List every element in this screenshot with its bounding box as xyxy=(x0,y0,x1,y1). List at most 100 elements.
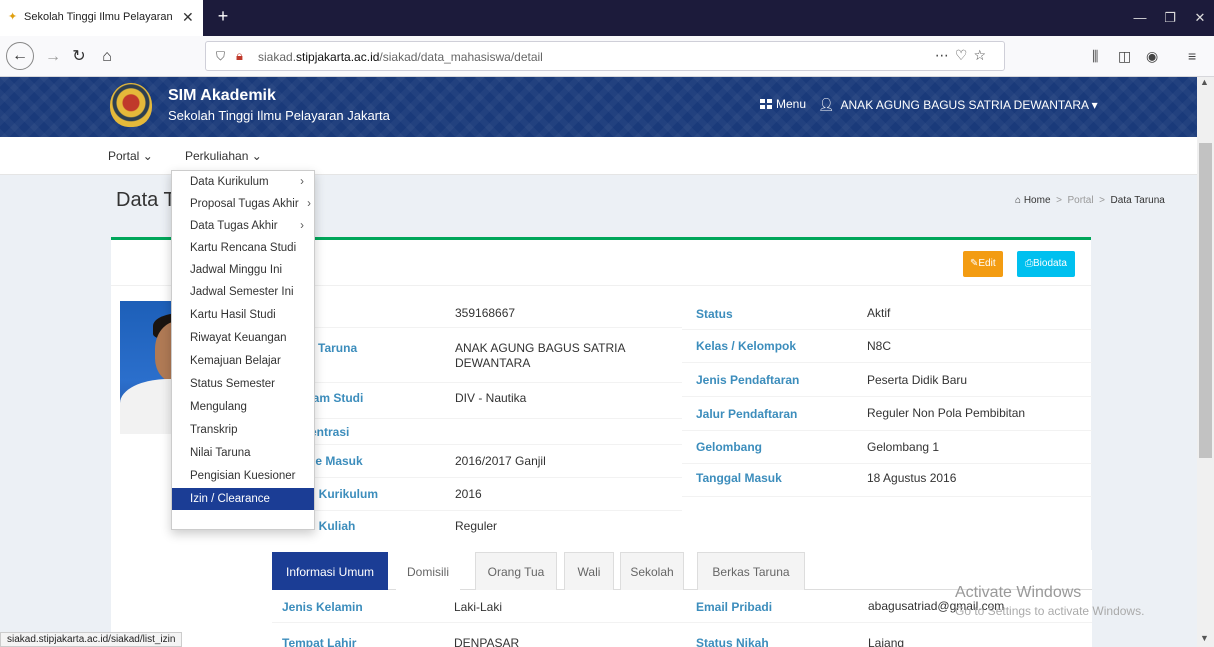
home-icon[interactable]: ⌂ xyxy=(94,44,120,70)
detail-value: Aktif xyxy=(867,306,891,320)
back-icon[interactable]: ← xyxy=(6,42,34,70)
site-favicon-icon: ✦ xyxy=(8,11,18,23)
minimize-icon[interactable]: — xyxy=(1130,8,1150,28)
grid-icon xyxy=(760,99,772,109)
menu-item-status-semester[interactable]: Status Semester xyxy=(172,373,314,395)
shield-icon[interactable]: ⛉ xyxy=(216,49,225,64)
menu-item-data-kurikulum[interactable]: Data Kurikulum › xyxy=(172,171,314,193)
detail-row: Tanggal Masuk 18 Agustus 2016 xyxy=(682,464,1092,497)
forward-icon[interactable]: → xyxy=(40,44,66,70)
info-label: Jenis Kelamin xyxy=(282,600,363,614)
detail-row: ram Studi DIV - Nautika xyxy=(272,383,682,419)
account-icon[interactable]: ◉ xyxy=(1146,48,1158,65)
detail-value: Reguler xyxy=(455,519,498,533)
info-value: DENPASAR xyxy=(454,636,520,647)
hamburger-menu-icon[interactable]: ≡ xyxy=(1188,48,1196,64)
insecure-lock-icon[interactable]: 🔒︎ xyxy=(236,48,243,64)
detail-value: N8C xyxy=(867,339,892,353)
url-bar[interactable]: ⛉ 🔒︎ siakad.stipjakarta.ac.id/siakad/dat… xyxy=(205,41,1005,71)
activate-windows-watermark: Activate Windows Go to Settings to activ… xyxy=(955,584,1145,618)
detail-value: Peserta Didik Baru xyxy=(867,373,968,387)
menu-item-izin-clearance[interactable]: Izin / Clearance xyxy=(172,488,314,510)
chevron-right-icon: › xyxy=(300,220,304,232)
scrollbar-thumb[interactable] xyxy=(1199,143,1212,458)
site-header: SIM Akademik Sekolah Tinggi Ilmu Pelayar… xyxy=(0,77,1197,137)
site-title[interactable]: SIM Akademik xyxy=(168,87,276,105)
menu-item-kemajuan-belajar[interactable]: Kemajuan Belajar xyxy=(172,350,314,372)
chevron-down-icon: ⌄ xyxy=(251,149,262,163)
menu-button[interactable]: Menu xyxy=(760,97,806,111)
biodata-button[interactable]: ⎙Biodata xyxy=(1017,251,1075,277)
nav-perkuliahan[interactable]: Perkuliahan ⌄ xyxy=(185,149,262,163)
browser-navbar: ← → ↻ ⌂ ⛉ 🔒︎ siakad.stipjakarta.ac.id/si… xyxy=(0,36,1214,77)
detail-label: Gelombang xyxy=(696,440,763,454)
tab-wali[interactable]: Wali xyxy=(564,552,614,590)
page-title: Data T xyxy=(116,189,176,211)
detail-label: entrasi xyxy=(310,425,350,439)
edit-button[interactable]: ✎Edit xyxy=(963,251,1003,277)
menu-item-transkrip[interactable]: Transkrip xyxy=(172,419,314,441)
detail-label: Tanggal Masuk xyxy=(696,471,782,485)
menu-item-data-tugas-akhir[interactable]: Data Tugas Akhir › xyxy=(172,215,314,237)
breadcrumb-portal[interactable]: Portal xyxy=(1067,195,1093,206)
close-tab-icon[interactable]: ✕ xyxy=(182,9,194,25)
detail-row: Jenis Pendaftaran Peserta Didik Baru xyxy=(682,363,1092,397)
detail-row: Gelombang Gelombang 1 xyxy=(682,431,1092,464)
detail-label: a Taruna xyxy=(308,341,358,355)
info-label: Status Nikah xyxy=(696,636,769,647)
detail-label: Status xyxy=(696,307,733,321)
detail-value: Gelombang 1 xyxy=(867,440,940,454)
menu-item-jadwal-semester-ini[interactable]: Jadwal Semester Ini xyxy=(172,281,314,303)
stip-logo[interactable] xyxy=(110,83,152,127)
breadcrumb: ⌂ Home > Portal > Data Taruna xyxy=(1015,195,1165,206)
library-icon[interactable]: ⫼ xyxy=(1092,48,1098,65)
detail-label: Jenis Pendaftaran xyxy=(696,373,800,387)
url-text: siakad.stipjakarta.ac.id/siakad/data_mah… xyxy=(258,50,543,64)
menu-item-jadwal-minggu-ini[interactable]: Jadwal Minggu Ini xyxy=(172,259,314,281)
menu-item-kartu-hasil-studi[interactable]: Kartu Hasil Studi xyxy=(172,304,314,326)
tab-sekolah[interactable]: Sekolah xyxy=(620,552,684,590)
nav-portal[interactable]: Portal ⌄ xyxy=(108,149,153,163)
detail-row: a Taruna ANAK AGUNG BAGUS SATRIA DEWANTA… xyxy=(272,333,682,383)
site-subtitle: Sekolah Tinggi Ilmu Pelayaran Jakarta xyxy=(168,108,390,123)
info-row: Tempat Lahir DENPASAR Status Nikah Lajan… xyxy=(272,623,1092,647)
breadcrumb-home[interactable]: ⌂ Home xyxy=(1015,195,1051,206)
page-actions-icon[interactable]: ⋯♡☆ xyxy=(935,47,992,64)
menu-item-proposal-tugas-akhir[interactable]: Proposal Tugas Akhir › xyxy=(172,193,314,215)
perkuliahan-dropdown: Data Kurikulum › Proposal Tugas Akhir › Da… xyxy=(171,170,315,530)
detail-label: ram Studi xyxy=(308,391,364,405)
menu-item-nilai-taruna[interactable]: Nilai Taruna xyxy=(172,442,314,464)
user-menu-button[interactable]: 👤︎ ANAK AGUNG BAGUS SATRIA DEWANTARA ▾ xyxy=(818,97,1098,113)
scroll-down-icon[interactable]: ▼ xyxy=(1200,633,1209,643)
sidebar-icon[interactable]: ◫ xyxy=(1118,48,1131,65)
tab-domisili[interactable]: Domisili xyxy=(396,552,460,590)
browser-tab[interactable]: ✦ Sekolah Tinggi Ilmu Pelayaran Jakarta … xyxy=(0,0,203,36)
detail-value: 359168667 xyxy=(455,306,516,320)
menu-item-mengulang[interactable]: Mengulang xyxy=(172,396,314,418)
chevron-right-icon: › xyxy=(307,198,311,210)
browser-tab-title: Sekolah Tinggi Ilmu Pelayaran Jakarta xyxy=(24,11,174,23)
reload-icon[interactable]: ↻ xyxy=(66,44,92,70)
browser-status-url: siakad.stipjakarta.ac.id/siakad/list_izi… xyxy=(0,632,183,647)
menu-item-pengisian-kuesioner[interactable]: Pengisian Kuesioner xyxy=(172,465,314,487)
detail-label: Jalur Pendaftaran xyxy=(696,407,798,421)
detail-value: 2016 xyxy=(455,487,482,501)
detail-row: Status Aktif xyxy=(682,298,1092,330)
menu-item-riwayat-keuangan[interactable]: Riwayat Keuangan xyxy=(172,327,314,349)
restore-icon[interactable]: ❐ xyxy=(1160,8,1180,28)
scroll-up-icon[interactable]: ▲ xyxy=(1200,77,1209,87)
browser-tabbar: ✦ Sekolah Tinggi Ilmu Pelayaran Jakarta … xyxy=(0,0,1214,36)
detail-value: DIV - Nautika xyxy=(455,391,527,405)
detail-row: de Masuk 2016/2017 Ganjil xyxy=(272,445,682,478)
detail-row: 359168667 xyxy=(272,298,682,328)
tab-orang-tua[interactable]: Orang Tua xyxy=(475,552,557,590)
detail-value: ANAK AGUNG BAGUS SATRIA DEWANTARA xyxy=(455,341,625,370)
tab-informasi-umum[interactable]: Informasi Umum xyxy=(272,552,388,590)
new-tab-button[interactable]: + xyxy=(212,5,234,27)
close-window-icon[interactable]: ✕ xyxy=(1190,8,1210,28)
page-scrollbar[interactable]: ▲ ▼ xyxy=(1197,77,1214,647)
tab-berkas-taruna[interactable]: Berkas Taruna xyxy=(697,552,805,590)
chevron-right-icon: › xyxy=(300,176,304,188)
detail-label: n Kurikulum xyxy=(308,487,379,501)
menu-item-kartu-rencana-studi[interactable]: Kartu Rencana Studi xyxy=(172,237,314,259)
